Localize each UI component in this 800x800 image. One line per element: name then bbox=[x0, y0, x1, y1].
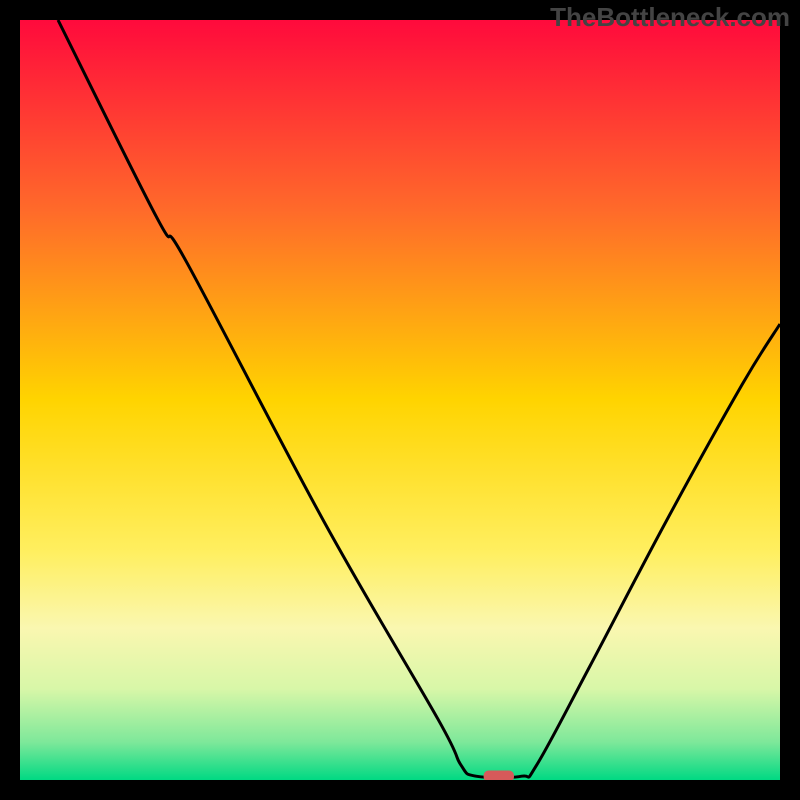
chart-svg bbox=[20, 20, 780, 780]
watermark-text: TheBottleneck.com bbox=[550, 2, 790, 33]
optimum-marker bbox=[484, 771, 514, 781]
plot-area bbox=[20, 20, 780, 780]
gradient-background bbox=[20, 20, 780, 780]
chart-container: TheBottleneck.com bbox=[0, 0, 800, 800]
